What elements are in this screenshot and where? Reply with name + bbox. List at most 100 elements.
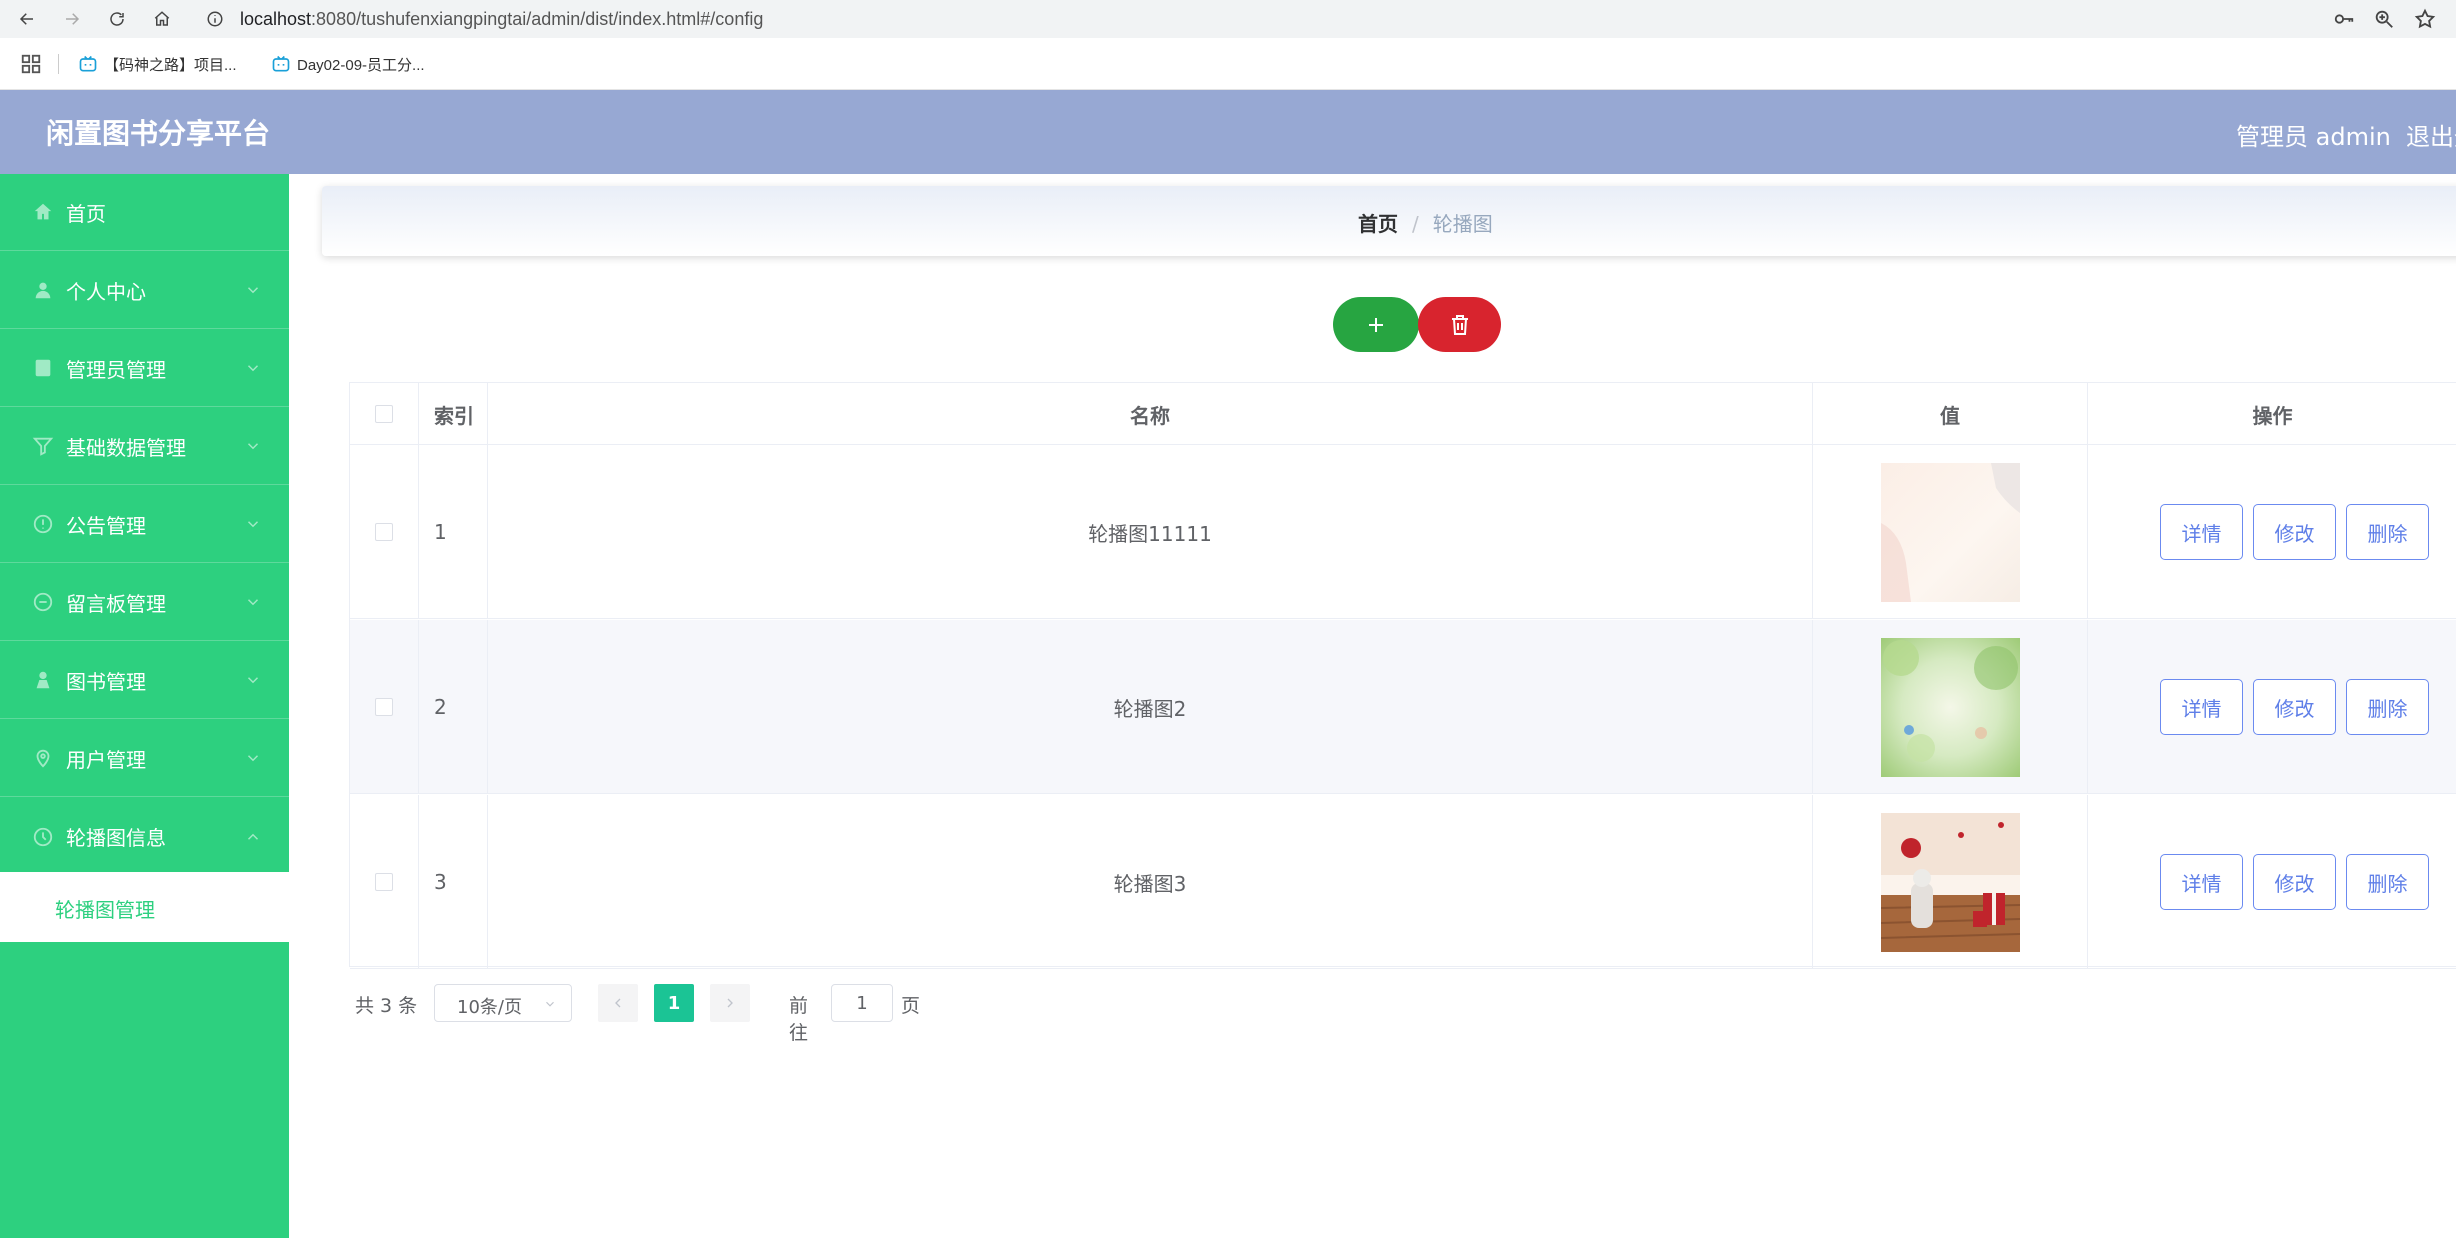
delete-button[interactable]: 删除 <box>2346 504 2429 560</box>
sidebar-subitem-carousel-manage[interactable]: 轮播图管理 <box>0 872 289 942</box>
row-value-cell <box>1813 795 2088 969</box>
reload-icon[interactable] <box>103 5 131 33</box>
add-button[interactable] <box>1333 297 1419 352</box>
address-bar[interactable]: localhost:8080/tushufenxiangpingtai/admi… <box>196 3 2246 35</box>
pale-floral-thumbnail[interactable] <box>1880 462 2020 602</box>
carousel-table: 索引 名称 值 操作 1 轮播图11111 详情 修改 删除 2 轮播图2 详情… <box>349 382 2456 969</box>
app-header: 闲置图书分享平台 管理员 admin 退出登 <box>0 90 2456 174</box>
bookmark-separator <box>58 54 59 74</box>
edit-button[interactable]: 修改 <box>2253 504 2336 560</box>
sidebar-item-basic-data[interactable]: 基础数据管理 <box>0 408 289 485</box>
table-row: 1 轮播图11111 详情 修改 删除 <box>350 445 2456 619</box>
sidebar-item-notice[interactable]: 公告管理 <box>0 486 289 563</box>
row-checkbox[interactable] <box>375 698 393 716</box>
sidebar-item-admin[interactable]: 管理员管理 <box>0 330 289 407</box>
row-name: 轮播图11111 <box>488 445 1813 619</box>
sidebar-item-messages[interactable]: 留言板管理 <box>0 564 289 641</box>
row-index: 2 <box>419 620 488 794</box>
sidebar: 首页 个人中心 管理员管理 基础数据管理 公告管理 留言板管理 图书管理 用户管… <box>0 174 289 1238</box>
bookmark-item[interactable]: Day02-09-员工分... <box>271 52 425 76</box>
delete-button[interactable]: 删除 <box>2346 679 2429 735</box>
users-icon <box>36 749 50 768</box>
delete-button[interactable]: 删除 <box>2346 854 2429 910</box>
page-unit-label: 页 <box>901 995 921 1017</box>
edit-button[interactable]: 修改 <box>2253 854 2336 910</box>
sidebar-item-users[interactable]: 用户管理 <box>0 720 289 797</box>
browser-toolbar: localhost:8080/tushufenxiangpingtai/admi… <box>0 0 2456 38</box>
current-user: 管理员 admin <box>2236 123 2391 151</box>
chevron-up-icon <box>247 833 259 840</box>
sidebar-item-label: 个人中心 <box>66 279 146 304</box>
forward-arrow-icon[interactable] <box>58 5 86 33</box>
breadcrumb-current: 轮播图 <box>1432 212 1493 236</box>
row-value-cell <box>1813 445 2088 619</box>
edit-button[interactable]: 修改 <box>2253 679 2336 735</box>
bilibili-icon <box>79 55 97 72</box>
sidebar-item-label: 首页 <box>66 201 106 226</box>
row-name: 轮播图2 <box>488 620 1813 794</box>
detail-button[interactable]: 详情 <box>2160 679 2243 735</box>
chevron-down-icon <box>546 1001 554 1007</box>
row-checkbox[interactable] <box>375 873 393 891</box>
select-all-checkbox[interactable] <box>375 405 393 423</box>
column-header-index[interactable]: 索引 <box>419 383 488 445</box>
site-info-icon[interactable] <box>206 10 224 28</box>
breadcrumb-home[interactable]: 首页 <box>1358 212 1398 236</box>
row-ops-cell: 详情 修改 删除 <box>2088 445 2456 619</box>
zoom-icon[interactable] <box>2373 8 2395 30</box>
sidebar-item-label: 用户管理 <box>66 747 146 772</box>
table-header: 索引 名称 值 操作 <box>350 383 2456 445</box>
star-icon[interactable] <box>2414 8 2436 30</box>
select-all-cell <box>350 383 419 445</box>
filter-icon <box>32 437 54 456</box>
row-value-cell <box>1813 620 2088 794</box>
column-header-ops: 操作 <box>2252 403 2293 428</box>
page-number-current[interactable]: 1 <box>654 984 694 1022</box>
detail-button[interactable]: 详情 <box>2160 854 2243 910</box>
book-icon <box>36 671 50 689</box>
bookmark-item[interactable]: 【码神之路】项目... <box>78 52 237 76</box>
breadcrumb-separator: / <box>1412 212 1419 236</box>
batch-delete-button[interactable] <box>1418 297 1501 352</box>
apps-grid-icon[interactable] <box>20 53 42 75</box>
home-page-icon[interactable] <box>148 5 176 33</box>
gift-scene-thumbnail[interactable] <box>1880 812 2020 952</box>
row-ops-cell: 详情 修改 删除 <box>2088 795 2456 969</box>
carousel-icon <box>33 827 53 846</box>
bilibili-icon <box>272 55 290 72</box>
page-size-select[interactable]: 10条/页 <box>434 984 572 1022</box>
sidebar-item-books[interactable]: 图书管理 <box>0 642 289 719</box>
row-name: 轮播图3 <box>488 795 1813 969</box>
column-header-name[interactable]: 名称 <box>488 383 1813 445</box>
logout-link[interactable]: 退出登 <box>2406 117 2456 152</box>
admin-icon <box>35 359 51 377</box>
row-index: 1 <box>419 445 488 619</box>
detail-button[interactable]: 详情 <box>2160 504 2243 560</box>
sidebar-item-profile[interactable]: 个人中心 <box>0 252 289 329</box>
key-icon[interactable] <box>2333 8 2355 30</box>
prev-page-button[interactable] <box>598 984 638 1022</box>
column-header-value[interactable]: 值 <box>1813 383 2088 445</box>
sidebar-item-label: 轮播图信息 <box>66 826 166 850</box>
row-index: 3 <box>419 795 488 969</box>
sidebar-item-home[interactable]: 首页 <box>0 174 289 251</box>
sidebar-item-label: 管理员管理 <box>66 357 166 382</box>
sidebar-item-label: 图书管理 <box>66 669 146 694</box>
bookmarks-bar: 【码神之路】项目... Day02-09-员工分... <box>0 38 2456 90</box>
back-arrow-icon[interactable] <box>13 5 41 33</box>
row-checkbox[interactable] <box>375 523 393 541</box>
next-page-button[interactable] <box>710 984 750 1022</box>
table-row: 3 轮播图3 详情 修改 删除 <box>350 795 2456 969</box>
goto-page-input[interactable] <box>831 984 893 1022</box>
chevron-down-icon <box>247 365 259 372</box>
message-icon <box>33 592 53 612</box>
url-text: localhost:8080/tushufenxiangpingtai/admi… <box>240 8 764 29</box>
sidebar-item-carousel[interactable]: 轮播图信息 <box>0 798 289 875</box>
sidebar-item-label: 公告管理 <box>66 513 146 538</box>
page-size-value: 10条/页 <box>457 997 522 1018</box>
trash-icon <box>1451 314 1468 335</box>
sidebar-item-label: 留言板管理 <box>66 591 166 616</box>
goto-label: 前往 <box>789 995 809 1044</box>
sidebar-item-label: 基础数据管理 <box>66 435 186 460</box>
green-bokeh-thumbnail[interactable] <box>1880 637 2020 777</box>
